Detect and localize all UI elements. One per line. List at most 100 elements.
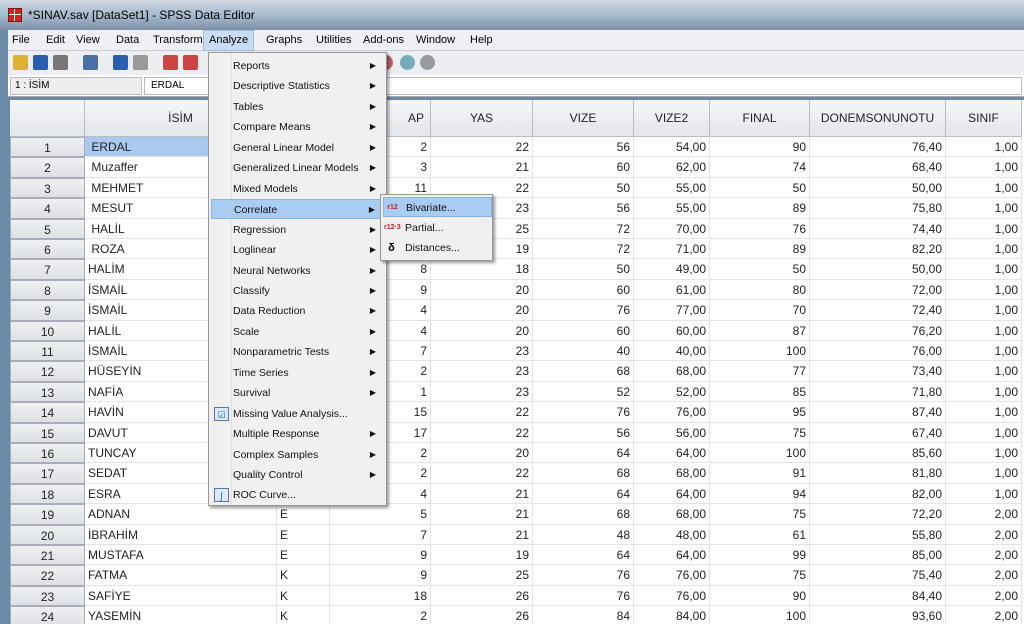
data-cell[interactable]: 55,00: [634, 177, 710, 199]
data-cell[interactable]: 2: [330, 606, 431, 624]
row-number[interactable]: 23: [10, 585, 85, 607]
data-cell[interactable]: 99: [710, 545, 810, 566]
menu-item-compare-means[interactable]: Compare Means ▶: [211, 117, 384, 137]
data-cell[interactable]: 22: [431, 422, 533, 443]
data-cell[interactable]: 75: [710, 565, 810, 586]
column-header[interactable]: YAS: [431, 100, 533, 137]
menu-item-correlate[interactable]: Correlate ▶: [211, 199, 384, 220]
data-cell[interactable]: 48,00: [634, 524, 710, 545]
data-cell[interactable]: 20: [431, 300, 533, 321]
data-cell[interactable]: 1,00: [946, 422, 1022, 443]
data-cell[interactable]: 89: [710, 198, 810, 219]
data-cell[interactable]: 100: [710, 443, 810, 464]
row-number[interactable]: 9: [10, 300, 85, 321]
row-number[interactable]: 15: [10, 422, 85, 443]
column-header[interactable]: SINIF: [946, 100, 1022, 137]
menu-item-descriptive-statistics[interactable]: Descriptive Statistics ▶: [211, 76, 384, 96]
data-cell[interactable]: 90: [710, 137, 810, 158]
row-number[interactable]: 12: [10, 361, 85, 382]
data-cell[interactable]: 76: [533, 565, 634, 586]
row-number[interactable]: 18: [10, 483, 85, 505]
data-cell[interactable]: 48: [533, 524, 634, 545]
data-cell[interactable]: 84,40: [810, 585, 946, 607]
data-cell[interactable]: 62,00: [634, 157, 710, 178]
data-cell[interactable]: 22: [431, 402, 533, 423]
submenu-item-partial[interactable]: r12·3 Partial...: [383, 218, 492, 238]
goto-case-icon[interactable]: [163, 55, 178, 70]
data-cell[interactable]: 55,80: [810, 524, 946, 545]
row-number[interactable]: 6: [10, 239, 85, 260]
data-cell[interactable]: 71,80: [810, 381, 946, 403]
data-cell[interactable]: 56: [533, 198, 634, 219]
row-number[interactable]: 1: [10, 137, 85, 158]
data-cell[interactable]: 87,40: [810, 402, 946, 423]
data-cell[interactable]: 89: [710, 239, 810, 260]
data-cell[interactable]: K: [277, 585, 330, 607]
data-cell[interactable]: 20: [431, 279, 533, 301]
show-all-variables-icon[interactable]: [420, 55, 435, 70]
menu-item-tables[interactable]: Tables ▶: [211, 97, 384, 117]
data-cell[interactable]: 72,00: [810, 279, 946, 301]
data-cell[interactable]: 23: [431, 361, 533, 382]
menu-analyze[interactable]: Analyze: [203, 30, 255, 51]
data-cell[interactable]: 76: [533, 402, 634, 423]
menu-item-regression[interactable]: Regression ▶: [211, 220, 384, 240]
data-cell[interactable]: 1,00: [946, 381, 1022, 403]
data-cell[interactable]: 1,00: [946, 218, 1022, 239]
data-cell[interactable]: 7: [330, 524, 431, 545]
row-number[interactable]: 22: [10, 565, 85, 586]
menu-item-mixed-models[interactable]: Mixed Models ▶: [211, 179, 384, 199]
row-number[interactable]: 21: [10, 545, 85, 566]
menu-item-quality-control[interactable]: Quality Control ▶: [211, 465, 384, 485]
data-cell[interactable]: 52,00: [634, 381, 710, 403]
menu-window[interactable]: Window: [416, 34, 455, 46]
data-cell[interactable]: 1,00: [946, 177, 1022, 199]
data-cell[interactable]: 68: [533, 463, 634, 484]
data-cell[interactable]: 1,00: [946, 443, 1022, 464]
data-cell[interactable]: 55,00: [634, 198, 710, 219]
data-cell[interactable]: 21: [431, 504, 533, 525]
data-cell[interactable]: 85: [710, 381, 810, 403]
open-folder-icon[interactable]: [13, 55, 28, 70]
data-cell[interactable]: 1,00: [946, 341, 1022, 362]
data-cell[interactable]: 94: [710, 483, 810, 505]
data-cell[interactable]: 50: [710, 177, 810, 199]
menu-item-general-linear-model[interactable]: General Linear Model ▶: [211, 138, 384, 158]
data-cell[interactable]: 95: [710, 402, 810, 423]
data-cell[interactable]: 76,40: [810, 137, 946, 158]
data-cell[interactable]: 50: [533, 259, 634, 280]
data-cell[interactable]: YASEMİN: [85, 606, 277, 624]
data-cell[interactable]: 70,00: [634, 218, 710, 239]
menu-add-ons[interactable]: Add-ons: [363, 34, 404, 46]
data-cell[interactable]: 50,00: [810, 259, 946, 280]
data-cell[interactable]: 18: [330, 585, 431, 607]
data-cell[interactable]: 49,00: [634, 259, 710, 280]
data-cell[interactable]: 77: [710, 361, 810, 382]
data-cell[interactable]: 5: [330, 504, 431, 525]
menu-item-survival[interactable]: Survival ▶: [211, 383, 384, 403]
data-cell[interactable]: 50,00: [810, 177, 946, 199]
menu-item-roc-curve[interactable]: ROC Curve... ∫: [211, 485, 384, 505]
data-cell[interactable]: 1,00: [946, 463, 1022, 484]
data-cell[interactable]: 2,00: [946, 606, 1022, 624]
row-number[interactable]: 17: [10, 463, 85, 484]
data-cell[interactable]: 19: [431, 545, 533, 566]
data-cell[interactable]: 72: [533, 218, 634, 239]
data-cell[interactable]: ADNAN: [85, 504, 277, 525]
data-cell[interactable]: 56: [533, 422, 634, 443]
menu-help[interactable]: Help: [470, 34, 493, 46]
data-cell[interactable]: 21: [431, 524, 533, 545]
data-cell[interactable]: 64: [533, 483, 634, 505]
data-cell[interactable]: 74,40: [810, 218, 946, 239]
menu-item-missing-value-analysis[interactable]: Missing Value Analysis... ☑: [211, 404, 384, 424]
column-header[interactable]: DONEMSONUNOTU: [810, 100, 946, 137]
data-cell[interactable]: 76,00: [634, 565, 710, 586]
data-cell[interactable]: 72,40: [810, 300, 946, 321]
data-cell[interactable]: 60: [533, 279, 634, 301]
row-number[interactable]: 19: [10, 504, 85, 525]
data-cell[interactable]: 60,00: [634, 320, 710, 341]
data-cell[interactable]: 68,00: [634, 463, 710, 484]
data-cell[interactable]: 23: [431, 381, 533, 403]
data-cell[interactable]: 56,00: [634, 422, 710, 443]
data-cell[interactable]: 2,00: [946, 504, 1022, 525]
